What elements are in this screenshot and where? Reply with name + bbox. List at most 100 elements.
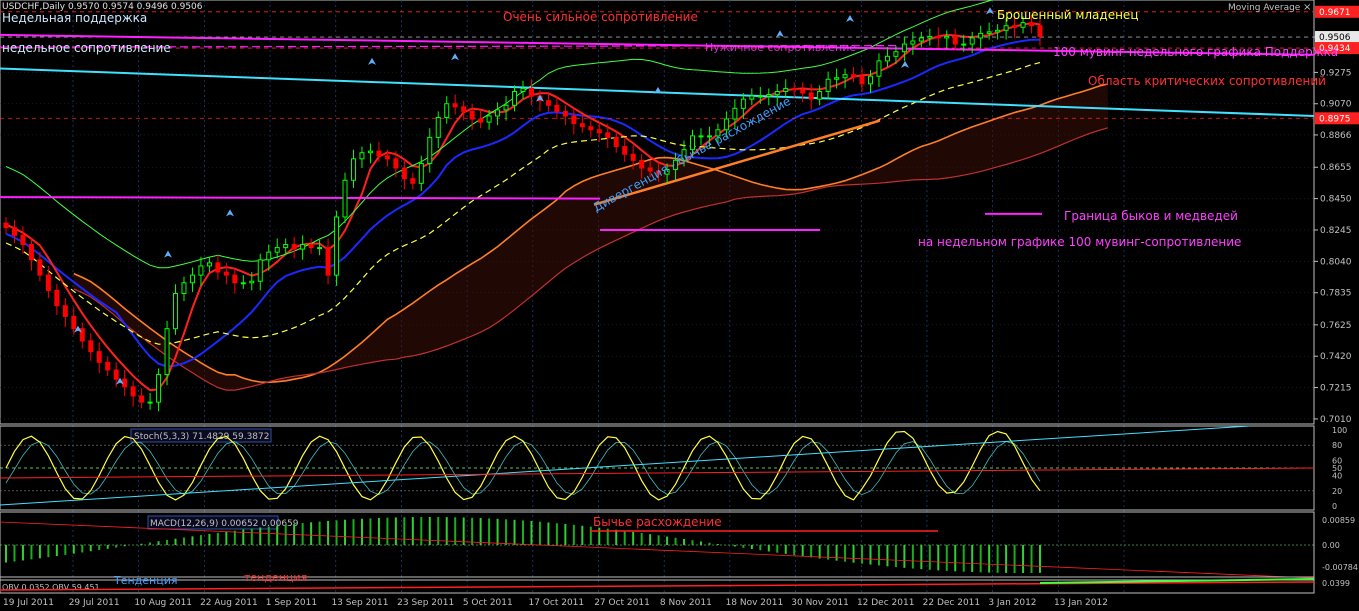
annotation-weekly-support: Недельная поддержка — [2, 11, 147, 25]
candle-body — [613, 136, 619, 148]
candle-body — [215, 262, 221, 273]
stoch-level-label: 0 — [1332, 502, 1337, 511]
candle-body — [512, 91, 518, 106]
date-tick-label: 22 Aug 2011 — [200, 598, 258, 608]
candle-body — [918, 37, 924, 42]
price-tick-label: 0.8450 — [1320, 195, 1352, 205]
candle-body — [698, 135, 704, 138]
candle-body — [910, 40, 916, 45]
date-tick-label: 12 Dec 2011 — [857, 598, 915, 608]
candle-body — [732, 107, 738, 120]
date-tick-label: 1 Sep 2011 — [266, 598, 317, 608]
candle-body — [113, 369, 119, 380]
candle-body — [1037, 25, 1043, 37]
price-tick-label: 0.9070 — [1320, 100, 1352, 110]
annotation-abandoned-baby: Брошенный младенец — [997, 8, 1139, 22]
stoch-level-label: 80 — [1332, 441, 1342, 450]
candle-body — [639, 159, 645, 169]
candle-body — [783, 87, 789, 93]
price-tick-label: 0.8866 — [1320, 131, 1352, 141]
date-tick-label: 8 Nov 2011 — [660, 598, 712, 608]
candle-body — [384, 155, 390, 160]
candle-body — [249, 280, 255, 284]
candle-body — [596, 129, 602, 134]
candle-body — [893, 51, 899, 57]
candle-body — [206, 262, 212, 267]
candle-body — [469, 110, 475, 120]
stoch-level-label: 20 — [1332, 487, 1342, 496]
annotation-trend-left: Тенденция — [113, 574, 178, 587]
candle-body — [96, 351, 102, 363]
candle-body — [562, 110, 568, 117]
candle-body — [622, 146, 628, 155]
candle-body — [986, 31, 992, 34]
candle-body — [605, 132, 611, 138]
trading-chart[interactable]: Stoch(5,3,3) 71.4829 59.3872 10080605040… — [0, 0, 1359, 611]
annotation-ma100-weekly-resistance: на недельном графике 100 мувинг-сопротив… — [918, 235, 1241, 249]
candle-body — [334, 216, 340, 276]
candle-body — [342, 179, 348, 218]
stochastic-label: Stoch(5,3,3) 71.4829 59.3872 — [134, 432, 269, 442]
candle-body — [774, 91, 780, 96]
candle-body — [478, 118, 484, 123]
candle-body — [452, 103, 458, 108]
candle-body — [54, 289, 60, 307]
candle-body — [554, 104, 560, 112]
candle-body — [503, 104, 509, 111]
candle-body — [740, 98, 746, 109]
candle-body — [800, 89, 806, 94]
annotation-bull-bear-border: Граница быков и медведей — [1064, 209, 1238, 223]
candle-body — [173, 292, 179, 330]
candle-body — [461, 106, 467, 112]
candle-body — [427, 136, 433, 164]
annotation-bullish-divergence-macd: Бычье расхождение — [593, 515, 722, 529]
candle-body — [410, 178, 416, 184]
price-tick-label: 0.7420 — [1320, 352, 1352, 362]
candle-body — [545, 100, 551, 106]
annotation-trend-mid: тенденция — [244, 571, 307, 584]
candle-body — [401, 167, 407, 180]
candle-body — [274, 247, 280, 253]
candle-body — [935, 35, 941, 39]
candle-body — [291, 244, 297, 250]
date-tick-label: 18 Nov 2011 — [726, 598, 784, 608]
candle-body — [944, 35, 950, 39]
candle-body — [130, 386, 136, 397]
candle-body — [20, 234, 26, 246]
candle-body — [28, 244, 34, 261]
candle-body — [164, 328, 170, 376]
price-marker-label: 0.9671 — [1319, 8, 1351, 18]
candle-body — [927, 35, 933, 39]
candle-body — [189, 274, 195, 284]
candle-body — [791, 87, 797, 91]
price-tick-label: 0.7835 — [1320, 289, 1352, 299]
annotation-ma100-weekly-support: 100 мувинг недельного графика Поддержка — [1053, 45, 1338, 59]
candle-body — [3, 222, 9, 229]
candle-body — [266, 251, 272, 261]
candle-body — [630, 153, 636, 161]
candle-body — [1020, 22, 1026, 28]
date-axis: 19 Jul 2011 29 Jul 2011 10 Aug 2011 22 Aug … — [3, 598, 1108, 608]
date-tick-label: 10 Aug 2011 — [134, 598, 192, 608]
candle-body — [520, 87, 526, 93]
candle-body — [367, 150, 373, 154]
candle-body — [859, 75, 865, 85]
candle-body — [969, 37, 975, 45]
close-icon[interactable]: × — [1303, 2, 1311, 13]
candle-body — [834, 77, 840, 80]
candle-body — [817, 91, 823, 100]
candle-body — [842, 74, 848, 79]
macd-level-label: -0.00784 — [1322, 563, 1358, 572]
candle-body — [240, 282, 246, 285]
candle-body — [444, 103, 450, 119]
stoch-level-label: 100 — [1332, 426, 1347, 435]
candle-body — [901, 43, 907, 53]
candle-body — [851, 74, 857, 77]
annotation-critical-resistance-zone: Область критических сопротивлений — [1088, 74, 1326, 88]
candle-body — [45, 274, 51, 291]
annotation-hidden-resistance: Нужичное сопротивление — [705, 41, 856, 54]
candle-body — [122, 378, 128, 388]
date-tick-label: 29 Jul 2011 — [69, 598, 120, 608]
candle-body — [867, 75, 873, 85]
obv-label: OBV 0.0352 OBV 59.451 — [2, 583, 100, 592]
